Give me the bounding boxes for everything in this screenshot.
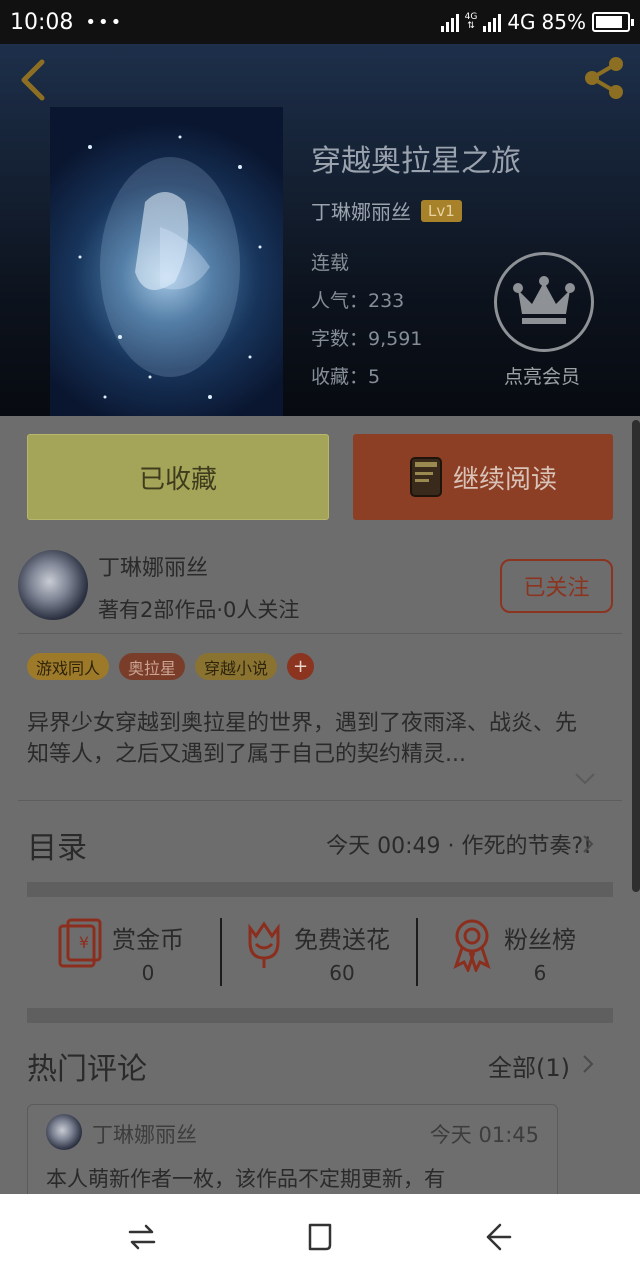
toc-title[interactable]: 目录 <box>27 823 87 867</box>
system-nav-bar <box>0 1194 640 1280</box>
author-level-badge: Lv1 <box>421 199 462 222</box>
chevron-down-icon[interactable] <box>574 772 596 786</box>
add-tag-button[interactable]: + <box>287 653 315 680</box>
comment-user[interactable]: 丁琳娜丽丝 <box>92 1119 197 1149</box>
book-cover[interactable] <box>50 107 283 416</box>
stat-value: 0 <box>141 961 155 985</box>
cover-artwork <box>78 135 262 399</box>
continue-reading-button[interactable]: 继续阅读 <box>353 434 613 520</box>
chevron-left-icon[interactable] <box>16 58 52 102</box>
stat-label: 赏金币 <box>112 926 184 954</box>
fan-ranking-stat[interactable]: 粉丝榜 6 <box>448 916 598 985</box>
status-bar: 10:08 ••• 4G ⇅ 4G 85% <box>0 0 640 44</box>
avatar[interactable] <box>46 1114 82 1150</box>
section-separator <box>27 1008 613 1023</box>
vip-membership-button[interactable]: 点亮会员 <box>494 252 594 389</box>
flower-icon <box>248 921 280 968</box>
book-author[interactable]: 丁琳娜丽丝 <box>311 196 411 225</box>
home-icon[interactable] <box>304 1221 336 1253</box>
network-type-label: 4G <box>507 10 536 34</box>
chevron-right-icon[interactable] <box>582 1054 594 1074</box>
favorite-button[interactable]: 已收藏 <box>27 434 329 520</box>
section-separator <box>27 882 613 897</box>
award-ribbon-icon <box>453 919 491 972</box>
cell-signal-icon <box>483 12 502 32</box>
tag-item[interactable]: 奥拉星 <box>119 653 186 680</box>
book-author-row[interactable]: 丁琳娜丽丝 Lv1 <box>311 196 462 225</box>
recent-apps-icon[interactable] <box>126 1221 158 1253</box>
wifi-signal-icon <box>440 12 459 32</box>
stat-divider <box>416 918 418 986</box>
stat-label: 粉丝榜 <box>504 926 576 954</box>
word-count: 字数：9,591 <box>311 328 423 350</box>
book-icon <box>409 457 442 497</box>
network-type-small: 4G ⇅ <box>464 12 478 31</box>
hot-comments-title: 热门评论 <box>27 1052 147 1087</box>
stat-value: 60 <box>329 961 355 985</box>
back-icon[interactable] <box>482 1221 514 1253</box>
all-comments-link[interactable]: 全部(1) <box>488 1048 570 1083</box>
chevron-right-icon[interactable] <box>582 834 594 854</box>
send-flower-stat[interactable]: 免费送花 60 <box>240 916 410 985</box>
battery-percent: 85% <box>541 10 586 34</box>
book-header: 穿越奥拉星之旅 丁琳娜丽丝 Lv1 连载 人气：233 字数：9,591 收藏：… <box>0 44 640 416</box>
crown-icon <box>494 252 594 352</box>
reward-coins-stat[interactable]: ¥ 赏金币 0 <box>56 916 206 985</box>
tag-item[interactable]: 游戏同人 <box>27 653 110 680</box>
red-envelope-icon: ¥ <box>58 918 102 968</box>
comment-text: 本人萌新作者一枚，该作品不定期更新，有 <box>46 1167 445 1191</box>
latest-chapter[interactable]: 今天 00:49 · 作死的节奏?! <box>326 828 592 860</box>
vip-label: 点亮会员 <box>503 366 580 388</box>
svg-text:¥: ¥ <box>79 933 89 952</box>
comment-time: 今天 01:45 <box>429 1123 539 1147</box>
tag-item[interactable]: 穿越小说 <box>195 653 278 680</box>
author-stats: 著有2部作品·0人关注 <box>98 598 300 622</box>
tag-list: 游戏同人 奥拉星 穿越小说 + <box>27 653 315 680</box>
battery-icon <box>592 12 634 32</box>
book-title: 穿越奥拉星之旅 <box>311 144 521 179</box>
divider <box>18 800 622 801</box>
share-icon[interactable] <box>580 54 628 102</box>
stat-divider <box>220 918 222 986</box>
status-time: 10:08 <box>10 9 74 35</box>
stat-value: 6 <box>533 961 547 985</box>
scrollbar[interactable] <box>632 420 640 892</box>
author-name[interactable]: 丁琳娜丽丝 <box>98 550 208 582</box>
comment-card[interactable]: 丁琳娜丽丝 今天 01:45 本人萌新作者一枚，该作品不定期更新，有 <box>27 1104 558 1194</box>
popularity: 人气：233 <box>311 290 405 312</box>
follow-button[interactable]: 已关注 <box>500 559 613 613</box>
serial-status: 连载 <box>311 252 350 274</box>
stat-label: 免费送花 <box>294 926 390 954</box>
favorite-count: 收藏：5 <box>311 366 381 388</box>
notification-dots: ••• <box>85 11 124 33</box>
continue-reading-label: 继续阅读 <box>452 464 557 495</box>
book-description: 异界少女穿越到奥拉星的世界，遇到了夜雨泽、战炎、先知等人，之后又遇到了属于自己的… <box>27 711 578 767</box>
avatar[interactable] <box>18 550 88 620</box>
book-meta: 连载 人气：233 字数：9,591 收藏：5 <box>311 244 422 396</box>
divider <box>18 633 622 634</box>
book-detail-content: 已收藏 继续阅读 丁琳娜丽丝 著有2部作品·0人关注 已关注 游戏同人 奥拉星 … <box>0 416 640 1194</box>
